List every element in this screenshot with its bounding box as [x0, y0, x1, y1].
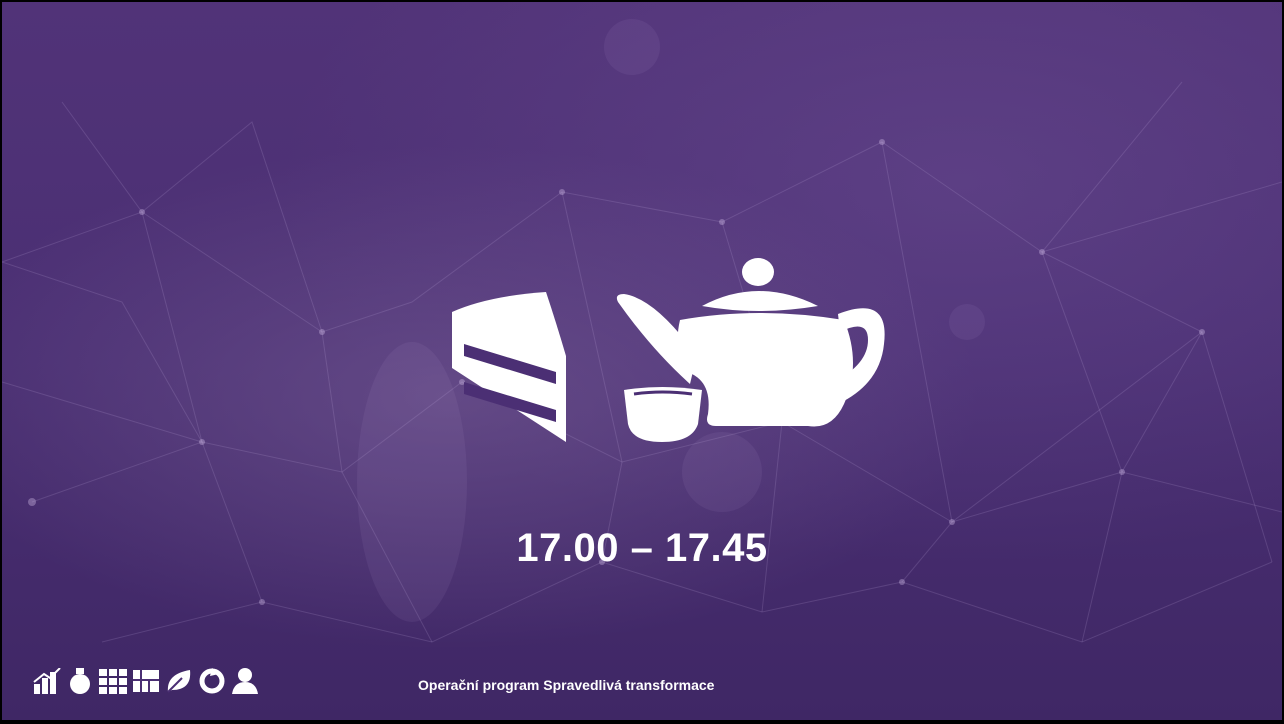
session-time: 17.00 – 17.45	[516, 526, 768, 570]
tea-cup-icon	[624, 387, 702, 442]
footer-program-name: Operační program Spravedlivá transformac…	[418, 677, 715, 693]
map-icon	[133, 670, 159, 692]
chart-icon	[33, 668, 61, 694]
footer-icons	[32, 668, 260, 694]
leaf-icon	[167, 670, 191, 693]
flask-icon	[70, 668, 90, 694]
person-icon	[232, 668, 258, 694]
recycle-icon	[199, 668, 225, 694]
grid-icon	[99, 669, 127, 694]
slide: 17.00 – 17.45 Operační program Spravedli…	[2, 2, 1282, 720]
cake-slice-icon	[452, 292, 566, 442]
